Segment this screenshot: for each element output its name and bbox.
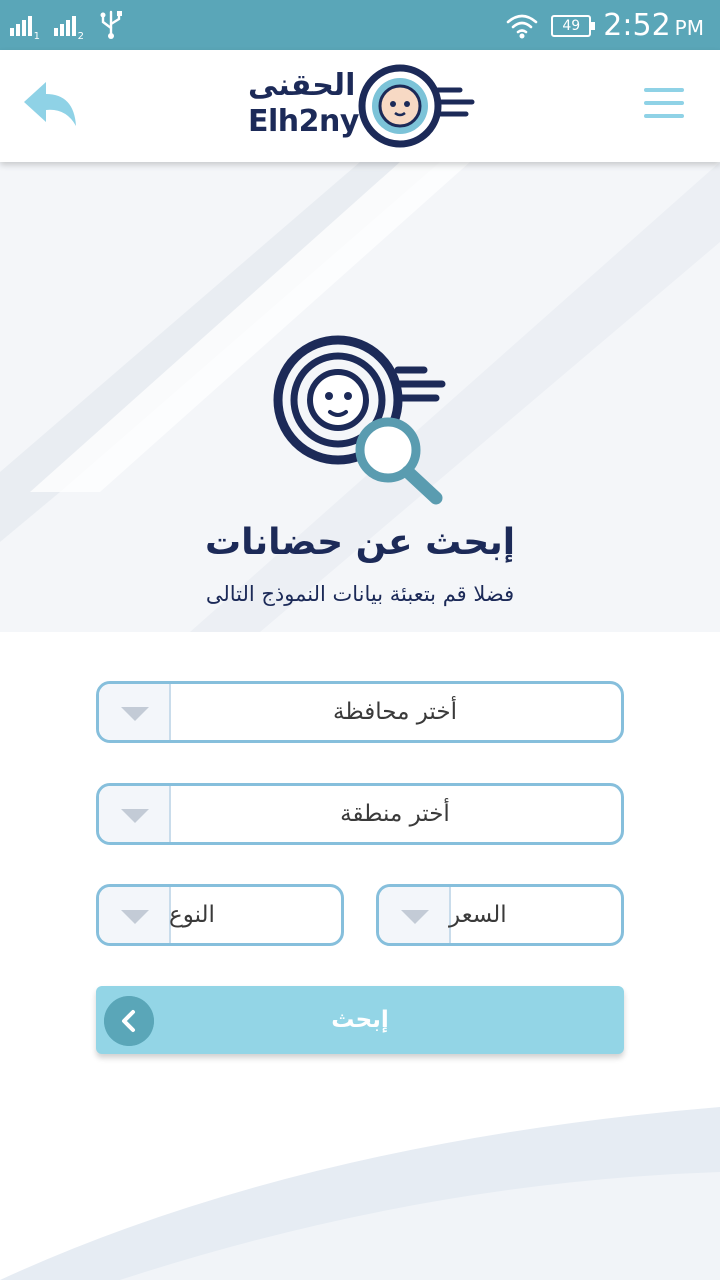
clock-ampm: PM bbox=[674, 16, 704, 40]
clock: 2:52 PM bbox=[603, 8, 704, 43]
area-value: أختر منطقة bbox=[340, 801, 450, 827]
page-subtitle: فضلا قم بتعبئة بيانات النموذج التالى bbox=[205, 582, 515, 606]
type-value: النوع bbox=[169, 902, 215, 928]
back-arrow-icon[interactable] bbox=[22, 80, 80, 130]
logo-arabic: الحقنى bbox=[248, 68, 356, 103]
logo-icon bbox=[358, 64, 475, 148]
clock-time: 2:52 bbox=[603, 8, 671, 43]
type-select[interactable]: النوع bbox=[96, 884, 344, 946]
signal-icon: 2 bbox=[54, 12, 84, 42]
battery-icon: 49 bbox=[551, 14, 596, 37]
governorate-value: أختر محافظة bbox=[333, 699, 457, 725]
sim1-label: 1 bbox=[33, 31, 40, 42]
dropdown-arrow-icon[interactable] bbox=[379, 887, 451, 943]
search-nursery-icon bbox=[273, 335, 446, 505]
sim2-label: 2 bbox=[77, 31, 84, 42]
search-button-label: إبحث bbox=[331, 1007, 389, 1033]
status-bar: 1 2 49 2:52 PM bbox=[0, 0, 720, 50]
dropdown-arrow-icon[interactable] bbox=[99, 887, 171, 943]
price-select[interactable]: السعر bbox=[376, 884, 624, 946]
page-title: إبحث عن حضانات bbox=[204, 522, 516, 563]
area-select[interactable]: أختر منطقة bbox=[96, 783, 624, 845]
wifi-icon bbox=[506, 14, 538, 38]
menu-icon[interactable] bbox=[644, 88, 684, 122]
signal-icon: 1 bbox=[10, 12, 40, 42]
usb-icon bbox=[100, 10, 122, 39]
logo: الحقنى Elh2ny bbox=[246, 60, 476, 152]
app-header: الحقنى Elh2ny bbox=[0, 50, 720, 162]
logo-english: Elh2ny bbox=[248, 104, 359, 139]
search-button[interactable]: إبحث bbox=[96, 986, 624, 1054]
price-value: السعر bbox=[449, 902, 507, 928]
battery-level: 49 bbox=[562, 17, 581, 34]
dropdown-arrow-icon[interactable] bbox=[99, 684, 171, 740]
dropdown-arrow-icon[interactable] bbox=[99, 786, 171, 842]
governorate-select[interactable]: أختر محافظة bbox=[96, 681, 624, 743]
